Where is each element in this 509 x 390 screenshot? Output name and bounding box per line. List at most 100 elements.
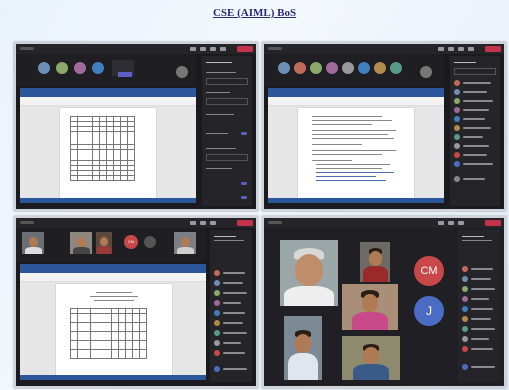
toolbar-ribbon	[20, 97, 196, 106]
people-icon[interactable]	[448, 221, 454, 225]
participant-row	[214, 320, 248, 326]
participant-row	[462, 266, 496, 272]
participant-row	[214, 300, 248, 306]
participant-row	[214, 350, 248, 356]
participant-video	[342, 284, 398, 330]
participant-row	[454, 116, 496, 122]
speaker-dropdown[interactable]	[206, 98, 248, 105]
word-ribbon	[268, 88, 444, 97]
participant-video	[360, 242, 390, 282]
participant-strip	[16, 54, 196, 86]
meeting-toolbar	[16, 44, 256, 54]
participant-avatar	[92, 62, 104, 74]
participant-video	[342, 336, 400, 380]
participant-avatar	[420, 66, 432, 78]
setting-toggle[interactable]	[241, 196, 247, 199]
toolbar-ribbon	[20, 273, 206, 282]
camera-dropdown[interactable]	[206, 154, 248, 161]
people-icon[interactable]	[448, 47, 454, 51]
participant-avatar-cm: CM	[414, 256, 444, 286]
raise-hand-icon[interactable]	[210, 221, 216, 225]
people-icon[interactable]	[200, 47, 206, 51]
participant-video	[96, 232, 112, 254]
setting-toggle[interactable]	[241, 132, 247, 135]
chat-icon[interactable]	[438, 47, 444, 51]
document-page	[60, 108, 156, 198]
participant-avatar	[74, 62, 86, 74]
admit-button[interactable]	[118, 72, 132, 77]
raise-hand-icon[interactable]	[210, 47, 216, 51]
meeting-screenshot-bottom-left: CM	[14, 216, 258, 388]
participant-row	[462, 276, 496, 282]
camera-icon[interactable]	[220, 47, 226, 51]
participant-avatar	[38, 62, 50, 74]
participant-row	[462, 336, 496, 342]
leave-button[interactable]	[237, 46, 253, 52]
participant-strip: CM	[16, 228, 206, 262]
chat-icon[interactable]	[190, 47, 196, 51]
participant-video	[70, 232, 92, 254]
participant-video	[174, 232, 196, 254]
chat-icon[interactable]	[438, 221, 444, 225]
toolbar-ribbon	[268, 97, 444, 106]
shared-document-window	[20, 88, 196, 203]
participant-row	[462, 316, 496, 322]
participant-avatar	[56, 62, 68, 74]
status-bar	[20, 198, 196, 203]
participant-row	[214, 330, 248, 336]
participant-video	[22, 232, 44, 254]
participant-row	[462, 326, 496, 332]
participant-row	[454, 98, 496, 104]
shared-document-window	[268, 88, 444, 203]
participant-avatar	[326, 62, 338, 74]
meeting-screenshot-top-right	[262, 42, 506, 211]
participant-avatar	[342, 62, 354, 74]
leave-button[interactable]	[485, 220, 501, 226]
meeting-toolbar	[16, 218, 256, 228]
participant-row	[454, 89, 496, 95]
shared-document-window	[20, 264, 206, 380]
participant-avatar	[390, 62, 402, 74]
word-ribbon	[20, 264, 206, 273]
participant-avatar	[358, 62, 370, 74]
participant-row	[454, 161, 496, 167]
status-bar	[20, 375, 206, 380]
participant-row	[214, 366, 248, 372]
participant-avatar	[374, 62, 386, 74]
participant-row	[454, 176, 496, 182]
device-dropdown[interactable]	[206, 78, 248, 85]
meeting-toolbar	[264, 44, 504, 54]
participants-panel	[458, 230, 500, 382]
course-table	[70, 116, 135, 181]
participant-row	[454, 134, 496, 140]
syllabus-table	[70, 308, 147, 359]
participant-row	[454, 107, 496, 113]
participant-avatar	[278, 62, 290, 74]
leave-button[interactable]	[485, 46, 501, 52]
invite-input[interactable]	[454, 68, 496, 75]
raise-hand-icon[interactable]	[458, 47, 464, 51]
participant-row	[454, 80, 496, 86]
participant-row	[462, 296, 496, 302]
leave-button[interactable]	[237, 220, 253, 226]
participant-row	[462, 306, 496, 312]
participant-avatar	[294, 62, 306, 74]
raise-hand-icon[interactable]	[458, 221, 464, 225]
participant-avatar	[144, 236, 156, 248]
participant-row	[454, 143, 496, 149]
meeting-screenshot-bottom-right: CM J	[262, 216, 506, 388]
setting-toggle[interactable]	[241, 182, 247, 185]
word-ribbon	[20, 88, 196, 97]
participant-row	[214, 290, 248, 296]
participant-avatar-j: J	[414, 296, 444, 326]
document-page	[298, 108, 414, 198]
participant-video-large	[280, 240, 338, 306]
participant-video	[284, 316, 322, 380]
settings-panel	[202, 56, 252, 206]
camera-icon[interactable]	[468, 47, 474, 51]
participant-row	[462, 346, 496, 352]
participant-row	[214, 270, 248, 276]
participant-row	[462, 286, 496, 292]
chat-icon[interactable]	[190, 221, 196, 225]
people-icon[interactable]	[200, 221, 206, 225]
